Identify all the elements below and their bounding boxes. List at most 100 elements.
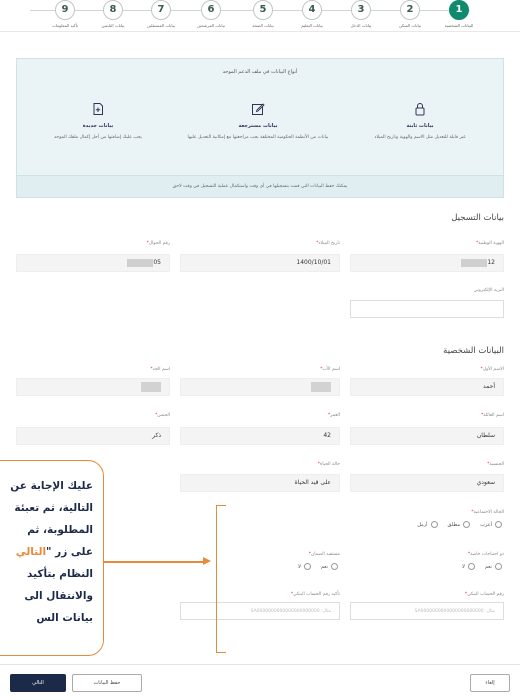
beneficiary-yes[interactable]: نعم	[321, 563, 338, 570]
data-types-info-box: أنواع البيانات في ملف الدعم الموحد بيانا…	[16, 58, 504, 198]
info-title: أنواع البيانات في ملف الدعم الموحد	[222, 69, 298, 75]
step-label: بيانات التابعين	[101, 23, 125, 28]
national-id-field[interactable]: 12	[350, 254, 504, 272]
birth-date-value: 1400/10/01	[296, 259, 331, 266]
nationality-field[interactable]: سعودي	[350, 474, 504, 492]
info-description: بيانات من الأنظمة الحكومية المختلفة يجب …	[187, 135, 329, 140]
family-name-field[interactable]: سلطان	[350, 427, 504, 445]
nationality-label: الجنسية*	[487, 462, 504, 467]
step-number: 2	[400, 0, 420, 20]
callout-line: والانتقال الى	[24, 590, 93, 602]
radio-circle	[495, 563, 502, 570]
special-needs-no[interactable]: لا	[462, 563, 475, 570]
beneficiary-radios: نعم لا	[298, 563, 338, 570]
step-5[interactable]: 5 بيانات الصحة	[235, 0, 291, 28]
annotation-bracket	[216, 505, 226, 653]
father-name-field[interactable]	[180, 378, 340, 396]
step-number: 1	[449, 0, 469, 20]
callout-line: على زر "التالي	[0, 541, 93, 563]
step-label: بيانات المرشحين	[197, 23, 225, 28]
gender-field[interactable]: ذكر	[16, 427, 170, 445]
step-4[interactable]: 4 بيانات التعليم	[284, 0, 340, 28]
save-data-button[interactable]: حفظ البيانات	[72, 674, 142, 692]
info-retrieved-data: بيانات مسترجعة بيانات من الأنظمة الحكومي…	[183, 101, 333, 142]
marital-option-single[interactable]: أعزب	[480, 521, 502, 528]
email-field[interactable]	[350, 300, 504, 318]
edit-icon	[251, 101, 265, 115]
nationality-value: سعودي	[476, 479, 495, 486]
step-2[interactable]: 2 بيانات السكن	[382, 0, 438, 28]
iban-label: رقم الحساب البنكي*	[464, 592, 504, 597]
step-7[interactable]: 7 بيانات المستقلين	[133, 0, 189, 28]
mobile-field[interactable]: 05	[16, 254, 170, 272]
step-number: 4	[302, 0, 322, 20]
info-heading: بيانات جديدة	[82, 123, 114, 129]
callout-line: بيانات الس	[36, 612, 93, 624]
instruction-callout: عليك الإجابة عن التالية، ثم تعبئة المطلو…	[0, 460, 104, 656]
redacted-mask	[127, 258, 154, 267]
step-6[interactable]: 6 بيانات المرشحين	[183, 0, 239, 28]
special-needs-radios: نعم لا	[462, 563, 502, 570]
progress-stepper: 1 البيانات الشخصية 2 بيانات السكن 3 بيان…	[0, 0, 520, 32]
first-name-label: الاسم الأول*	[480, 367, 504, 372]
step-number: 9	[55, 0, 75, 20]
info-heading: بيانات مسترجعة	[238, 123, 278, 129]
callout-line: النظام بتأكيد	[27, 568, 93, 580]
radio-label: لا	[462, 563, 465, 570]
info-footer-note: يمكنك حفظ البيانات التي قمت بتسجيلها في …	[17, 175, 503, 197]
step-3[interactable]: 3 بيانات الدخل	[333, 0, 389, 28]
iban-confirm-placeholder: مثال: SA0000000000000000000000	[250, 609, 331, 614]
father-name-label: اسم الأب*	[320, 367, 340, 372]
life-status-label: حالة الحياة*	[317, 462, 340, 467]
step-number: 5	[253, 0, 273, 20]
special-needs-yes[interactable]: نعم	[485, 563, 502, 570]
step-1[interactable]: 1 البيانات الشخصية	[431, 0, 487, 28]
life-status-field[interactable]: على قيد الحياة	[180, 474, 340, 492]
mobile-value: 05	[153, 259, 161, 266]
birth-date-field[interactable]: 1400/10/01	[180, 254, 340, 272]
cancel-button[interactable]: إلغاء	[470, 674, 510, 692]
lock-icon	[413, 101, 427, 116]
radio-label: نعم	[320, 563, 328, 570]
callout-highlight: التالي	[15, 546, 47, 558]
registration-section-title: بيانات التسجيل	[451, 213, 504, 223]
redacted-mask	[141, 381, 161, 392]
radio-circle	[430, 521, 438, 528]
step-8[interactable]: 8 بيانات التابعين	[85, 0, 141, 28]
callout-line: التالية، ثم تعبئة	[14, 502, 93, 514]
step-number: 7	[151, 0, 171, 20]
next-button[interactable]: التالي	[10, 674, 66, 692]
grandfather-name-field[interactable]	[16, 378, 170, 396]
marital-option-widowed[interactable]: أرمل	[417, 521, 438, 528]
radio-circle	[495, 521, 502, 528]
marital-option-divorced[interactable]: مطلق	[448, 521, 471, 528]
national-id-value: 12	[487, 259, 495, 266]
step-label: بيانات الصحة	[252, 23, 274, 28]
form-footer: التالي حفظ البيانات إلغاء	[0, 664, 520, 700]
beneficiary-label: مستفيد الضمان*	[308, 552, 340, 557]
step-number: 8	[103, 0, 123, 20]
age-value: 42	[323, 432, 331, 439]
iban-confirm-input[interactable]: مثال: SA0000000000000000000000	[180, 602, 340, 620]
radio-label: أرمل	[417, 521, 428, 528]
grandfather-name-label: اسم الجد*	[150, 367, 170, 372]
step-number: 6	[201, 0, 221, 20]
family-name-value: سلطان	[476, 432, 495, 439]
step-label: البيانات الشخصية	[444, 23, 474, 28]
step-label: بيانات الدخل	[350, 23, 372, 28]
special-needs-label: ذو احتياجات خاصة*	[467, 552, 504, 557]
step-label: تأكيد المعلومات	[52, 23, 78, 28]
beneficiary-no[interactable]: لا	[298, 563, 311, 570]
iban-confirm-label: تأكيد رقم الحساب البنكي*	[290, 592, 340, 597]
national-id-label: الهوية الوطنية*	[475, 241, 504, 246]
step-9[interactable]: 9 تأكيد المعلومات	[37, 0, 93, 28]
first-name-field[interactable]: أحمد	[350, 378, 504, 396]
age-field[interactable]: 42	[180, 427, 340, 445]
callout-line: المطلوبة، ثم	[27, 524, 93, 536]
life-status-value: على قيد الحياة	[294, 479, 331, 486]
callout-line: عليك الإجابة عن	[10, 480, 93, 492]
radio-circle	[463, 521, 471, 528]
iban-input[interactable]: مثال: SA0000000000000000000000	[350, 602, 504, 620]
personal-section-title: البيانات الشخصية	[443, 346, 504, 356]
radio-circle	[303, 563, 311, 570]
